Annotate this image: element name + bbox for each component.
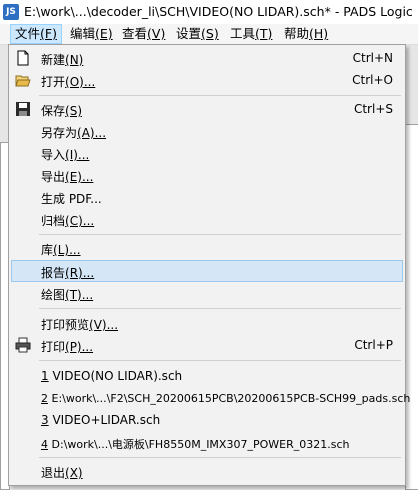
menu-item-print[interactable]: 打印(P)... Ctrl+P: [11, 334, 403, 356]
menu-help[interactable]: 帮助(H): [280, 25, 332, 43]
menu-item-archive[interactable]: 归档(C)...: [11, 208, 403, 230]
menu-item-label: 另存为(A)...: [41, 126, 107, 140]
menu-bar: 文件(F) 编辑(E) 查看(V) 设置(S) 工具(T) 帮助(H): [0, 24, 418, 45]
menu-item-save[interactable]: 保存(S) Ctrl+S: [11, 98, 403, 120]
menu-item-label: 导入(I)...: [41, 148, 90, 162]
menu-separator: [39, 360, 401, 361]
menu-item-save-as[interactable]: 另存为(A)...: [11, 120, 403, 142]
menu-edit[interactable]: 编辑(E): [66, 25, 117, 43]
menu-item-label: 打印预览(V)...: [41, 318, 119, 332]
shortcut-label: Ctrl+N: [352, 51, 393, 65]
menu-item-label: 绘图(T)...: [41, 288, 94, 302]
menu-item-label: 2 E:\work\...\F2\SCH_20200615PCB\2020061…: [41, 392, 411, 405]
menu-file[interactable]: 文件(F): [10, 24, 62, 44]
open-folder-icon: [15, 75, 31, 87]
menu-item-label: 退出(X): [41, 466, 83, 480]
recent-file-1[interactable]: 1 VIDEO(NO LIDAR).sch: [11, 365, 403, 387]
new-file-icon: [17, 50, 29, 66]
shortcut-label: Ctrl+S: [353, 102, 393, 116]
menu-item-label: 打印(P)...: [41, 340, 94, 354]
menu-item-open[interactable]: 打开(O)... Ctrl+O: [11, 69, 403, 91]
menu-item-label: 库(L)...: [41, 243, 81, 257]
menu-separator: [39, 308, 401, 309]
menu-item-label: 报告(R)...: [41, 266, 95, 280]
title-bar: JS E:\work\...\decoder_li\SCH\VIDEO(NO L…: [0, 0, 418, 25]
menu-item-label: 归档(C)...: [41, 214, 95, 228]
window-title: E:\work\...\decoder_li\SCH\VIDEO(NO LIDA…: [24, 4, 413, 19]
menu-setup[interactable]: 设置(S): [172, 25, 223, 43]
menu-item-generate-pdf[interactable]: 生成 PDF...: [11, 186, 403, 208]
menu-item-plot[interactable]: 绘图(T)...: [11, 282, 403, 304]
menu-separator: [39, 234, 401, 235]
pads-logic-app-icon[interactable]: JS: [3, 4, 19, 20]
menu-separator: [39, 95, 401, 96]
menu-item-export[interactable]: 导出(E)...: [11, 164, 403, 186]
save-disk-icon: [16, 102, 30, 116]
printer-icon: [15, 337, 31, 353]
menu-tools[interactable]: 工具(T): [226, 25, 276, 43]
file-menu-dropdown: 新建(N) Ctrl+N 打开(O)... Ctrl+O 保存(S) Ctrl+…: [8, 44, 410, 486]
menu-item-label: 生成 PDF...: [41, 192, 102, 206]
workspace-edge: [405, 124, 418, 490]
menu-item-label: 打开(O)...: [41, 75, 96, 89]
menu-item-label: 新建(N): [41, 53, 84, 67]
menu-item-label: 保存(S): [41, 104, 82, 118]
menu-item-label: 1 VIDEO(NO LIDAR).sch: [41, 369, 183, 383]
shortcut-label: Ctrl+O: [352, 73, 393, 87]
menu-separator: [39, 457, 401, 458]
recent-file-4[interactable]: 4 D:\work\...\电源板\FH8550M_IMX307_POWER_0…: [11, 431, 403, 453]
menu-item-new[interactable]: 新建(N) Ctrl+N: [11, 47, 403, 69]
menu-view[interactable]: 查看(V): [118, 25, 169, 43]
recent-file-2[interactable]: 2 E:\work\...\F2\SCH_20200615PCB\2020061…: [11, 387, 410, 409]
menu-item-exit[interactable]: 退出(X): [11, 460, 403, 482]
menu-item-label: 导出(E)...: [41, 170, 94, 184]
menu-item-label: 4 D:\work\...\电源板\FH8550M_IMX307_POWER_0…: [41, 438, 350, 451]
menu-item-label: 3 VIDEO+LIDAR.sch: [41, 413, 161, 427]
recent-file-3[interactable]: 3 VIDEO+LIDAR.sch: [11, 409, 403, 431]
shortcut-label: Ctrl+P: [354, 338, 393, 352]
menu-item-reports[interactable]: 报告(R)...: [11, 260, 403, 282]
menu-item-print-preview[interactable]: 打印预览(V)...: [11, 312, 403, 334]
menu-item-library[interactable]: 库(L)...: [11, 237, 403, 259]
menu-item-import[interactable]: 导入(I)...: [11, 142, 403, 164]
